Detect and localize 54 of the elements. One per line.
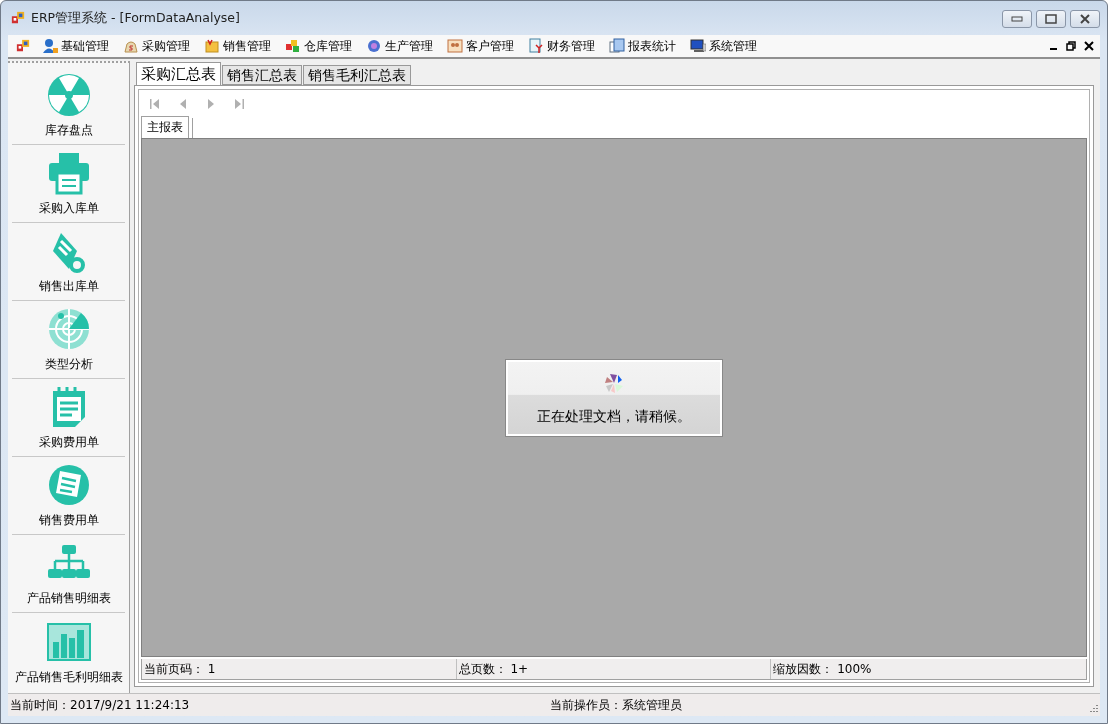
status-text: 当前时间：2017/9/21 11:24:13	[10, 696, 191, 714]
sidebar-item[interactable]: 销售出库单	[12, 223, 125, 301]
radiation-icon	[46, 73, 91, 117]
printer-icon	[46, 151, 91, 195]
status-label: 当前页码：	[144, 660, 204, 678]
menu-item[interactable]: 采购管理	[117, 35, 196, 57]
app-icon	[16, 39, 30, 53]
menu-item[interactable]: 客户管理	[441, 35, 520, 57]
sidebar-item[interactable]: 采购费用单	[12, 379, 125, 457]
monitor-icon	[690, 38, 706, 54]
menu-item[interactable]: 销售管理	[198, 35, 277, 57]
resize-grip-icon[interactable]	[1088, 704, 1098, 714]
user-icon	[42, 38, 58, 54]
close-icon[interactable]	[1084, 41, 1094, 51]
maximize-button[interactable]	[1036, 10, 1066, 28]
maximize-icon	[1045, 14, 1057, 24]
status-value: 100%	[837, 662, 872, 676]
menu-item[interactable]: 报表统计	[603, 35, 682, 57]
window-title: ERP管理系统 - [FormDataAnalyse]	[31, 9, 241, 27]
app-icon	[11, 11, 25, 25]
cubes-icon	[285, 38, 301, 54]
menu-item[interactable]: 财务管理	[522, 35, 601, 57]
status-text: 当前操作员：系统管理员	[550, 696, 682, 714]
sidebar-item[interactable]: 产品销售明细表	[12, 535, 125, 613]
status-label: 总页数：	[458, 660, 507, 678]
sidebar-item[interactable]: 产品销售毛利明细表	[12, 613, 125, 691]
minimize-icon	[1011, 16, 1023, 22]
menu-item[interactable]: 系统管理	[684, 35, 763, 57]
restore-icon[interactable]	[1066, 41, 1076, 51]
radar-icon	[46, 307, 91, 351]
document-icon	[528, 38, 544, 54]
sidebar-item[interactable]: 库存盘点	[12, 67, 125, 145]
pages-icon	[609, 38, 625, 54]
menu-item[interactable]: 生产管理	[360, 35, 439, 57]
status-value: 1	[207, 662, 216, 676]
sidebar-item[interactable]: 销售费用单	[12, 457, 125, 535]
status-label: 缩放因数：	[773, 660, 834, 678]
minimize-button[interactable]	[1002, 10, 1032, 28]
sidebar-item[interactable]: 类型分析	[12, 301, 125, 379]
tab[interactable]: 销售毛利汇总表	[303, 65, 411, 85]
loading-message: 正在处理文档，请稍候。	[537, 407, 691, 426]
folder-icon	[204, 38, 220, 54]
menu-item[interactable]: 基础管理	[36, 35, 115, 57]
close-icon	[1079, 14, 1091, 24]
report-tab[interactable]: 主报表	[141, 116, 189, 138]
document-icon	[46, 463, 91, 507]
tab[interactable]: 销售汇总表	[222, 65, 302, 85]
status-value: 1+	[510, 662, 529, 676]
spinner-icon	[603, 371, 625, 394]
close-button[interactable]	[1070, 10, 1100, 28]
sidebar-item[interactable]: 采购入库单	[12, 145, 125, 223]
money-bag-icon	[123, 38, 139, 54]
tab[interactable]: 采购汇总表	[136, 62, 221, 85]
menu-item[interactable]: 仓库管理	[279, 35, 358, 57]
